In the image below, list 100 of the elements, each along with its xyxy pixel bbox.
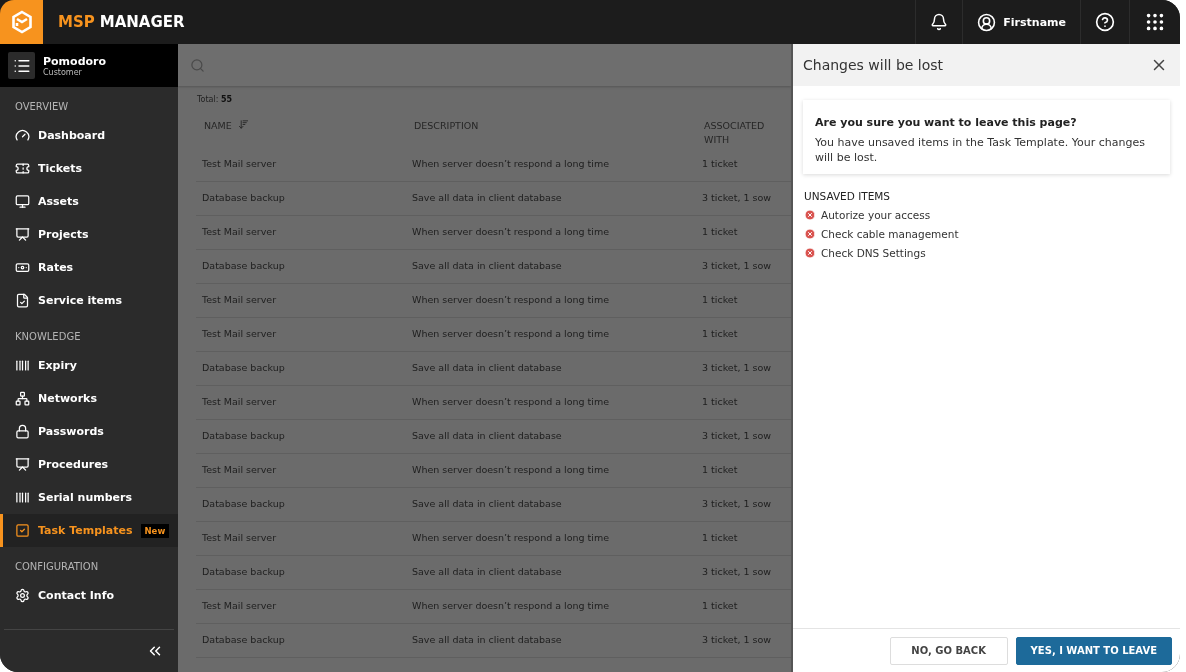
table-cell-text: Test Mail server xyxy=(201,226,278,239)
unsaved-heading: UNSAVED ITEMS xyxy=(804,189,892,202)
table-cell-text: When server doesn’t respond a long time xyxy=(411,158,611,171)
table-cell-text: Test Mail server xyxy=(201,396,278,409)
sidebar-item[interactable]: Service items xyxy=(0,284,178,317)
table-cell-text: Test Mail server xyxy=(201,532,278,545)
sidebar-item[interactable]: Projects xyxy=(0,218,178,251)
search-icon xyxy=(190,57,205,73)
customer-name: Pomodoro xyxy=(43,54,107,68)
table-cell-text: Database backup xyxy=(201,634,286,647)
table-cell-text: Database backup xyxy=(201,566,286,579)
user-icon xyxy=(977,12,997,32)
sidebar-item[interactable]: Procedures xyxy=(0,448,178,481)
grid-icon xyxy=(1144,11,1166,33)
logo-icon xyxy=(0,0,43,44)
warning-message: You have unsaved items in the Task Template. Your changes will be lost. xyxy=(815,135,1146,166)
table-cell-text: When server doesn’t respond a long time xyxy=(411,464,611,477)
app-title: MSP MANAGER xyxy=(58,13,186,31)
table-cell-text: When server doesn’t respond a long time xyxy=(411,396,611,409)
column-header[interactable]: NAME xyxy=(196,119,274,134)
sidebar-item[interactable]: Serial numbers xyxy=(0,481,178,514)
lock-icon xyxy=(15,424,30,439)
table-cell-text: Test Mail server xyxy=(201,328,278,341)
table-cell-text: Save all data in client database xyxy=(411,192,563,205)
table-cell-text: 1 ticket xyxy=(701,328,739,341)
sort-icon xyxy=(237,119,249,130)
table-cell-text: 1 ticket xyxy=(701,532,739,545)
table-cell-text: Test Mail server xyxy=(201,464,278,477)
sidebar-item[interactable]: Contact Info xyxy=(0,579,178,612)
column-header[interactable]: ASSOCIATED WITH xyxy=(696,119,774,148)
table-cell-text: Database backup xyxy=(201,260,286,273)
settings-icon xyxy=(15,588,30,603)
new-badge: New xyxy=(140,523,170,538)
sidebar-item[interactable]: Dashboard xyxy=(0,119,178,152)
table-cell-text: Database backup xyxy=(201,498,286,511)
unsaved-item: Check cable management xyxy=(821,228,959,241)
table-cell-text: 1 ticket xyxy=(701,464,739,477)
table-cell-text: Database backup xyxy=(201,362,286,375)
table-cell-text: 3 ticket, 1 sow xyxy=(701,430,773,443)
section-heading: CONFIGURATION xyxy=(14,560,100,574)
table-cell-text: Save all data in client database xyxy=(411,634,563,647)
table-cell-text: 3 ticket, 1 sow xyxy=(701,634,773,647)
table-cell-text: 3 ticket, 1 sow xyxy=(701,566,773,579)
presentation-icon xyxy=(15,227,30,242)
total-count: Total: 55 xyxy=(196,94,234,104)
table-cell-text: When server doesn’t respond a long time xyxy=(411,294,611,307)
network-icon xyxy=(15,391,30,406)
error-icon xyxy=(804,228,816,241)
sidebar-item[interactable]: Assets xyxy=(0,185,178,218)
ticket-icon xyxy=(15,161,30,176)
table-cell-text: 3 ticket, 1 sow xyxy=(701,192,773,205)
table-cell-text: 1 ticket xyxy=(701,294,739,307)
warning-heading: Are you sure you want to leave this page? xyxy=(815,116,1078,129)
customer-switcher[interactable]: Pomodoro Customer xyxy=(0,44,178,87)
table-cell-text: When server doesn’t respond a long time xyxy=(411,600,611,613)
error-icon xyxy=(804,247,816,260)
monitor-icon xyxy=(15,194,30,209)
bell-icon xyxy=(930,13,949,31)
table-cell-text: Save all data in client database xyxy=(411,430,563,443)
table-cell-text: 1 ticket xyxy=(701,226,739,239)
table-cell-text: When server doesn’t respond a long time xyxy=(411,532,611,545)
error-icon xyxy=(804,209,816,222)
section-heading: KNOWLEDGE xyxy=(14,330,82,344)
presentation-icon xyxy=(15,457,30,472)
table-cell-text: Save all data in client database xyxy=(411,362,563,375)
document-check-icon xyxy=(15,293,30,308)
help-icon xyxy=(1095,12,1115,32)
barcode-icon xyxy=(15,358,30,373)
table-cell-text: 3 ticket, 1 sow xyxy=(701,498,773,511)
gauge-icon xyxy=(15,128,30,143)
table-cell-text: 3 ticket, 1 sow xyxy=(701,260,773,273)
column-header[interactable]: DESCRIPTION xyxy=(406,119,484,134)
section-heading: OVERVIEW xyxy=(14,100,70,114)
panel-title: Changes will be lost xyxy=(803,57,944,73)
banknote-icon xyxy=(15,260,30,275)
table-cell-text: 1 ticket xyxy=(701,396,739,409)
customer-role: Customer xyxy=(43,67,83,77)
table-cell-text: 1 ticket xyxy=(701,158,739,171)
table-cell-text: Save all data in client database xyxy=(411,566,563,579)
table-cell-text: Test Mail server xyxy=(201,158,278,171)
table-cell-text: When server doesn’t respond a long time xyxy=(411,328,611,341)
table-cell-text: When server doesn’t respond a long time xyxy=(411,226,611,239)
leave-button[interactable]: YES, I WANT TO LEAVE xyxy=(1015,636,1172,665)
sidebar-item[interactable]: Networks xyxy=(0,382,178,415)
table-cell-text: Test Mail server xyxy=(201,294,278,307)
go-back-button[interactable]: NO, GO BACK xyxy=(889,636,1008,665)
unsaved-item: Autorize your access xyxy=(821,209,931,222)
sidebar-item[interactable]: Rates xyxy=(0,251,178,284)
sidebar-item[interactable]: Expiry xyxy=(0,349,178,382)
unsaved-item: Check DNS Settings xyxy=(821,247,926,260)
table-cell-text: Database backup xyxy=(201,192,286,205)
table-cell-text: 1 ticket xyxy=(701,600,739,613)
barcode-icon xyxy=(15,490,30,505)
table-cell-text: Save all data in client database xyxy=(411,498,563,511)
table-cell-text: Test Mail server xyxy=(201,600,278,613)
sidebar-item[interactable]: Task Templates New xyxy=(0,514,178,547)
checkbox-icon xyxy=(15,523,30,538)
sidebar-item[interactable]: Passwords xyxy=(0,415,178,448)
sidebar-item[interactable]: Tickets xyxy=(0,152,178,185)
table-cell-text: Save all data in client database xyxy=(411,260,563,273)
